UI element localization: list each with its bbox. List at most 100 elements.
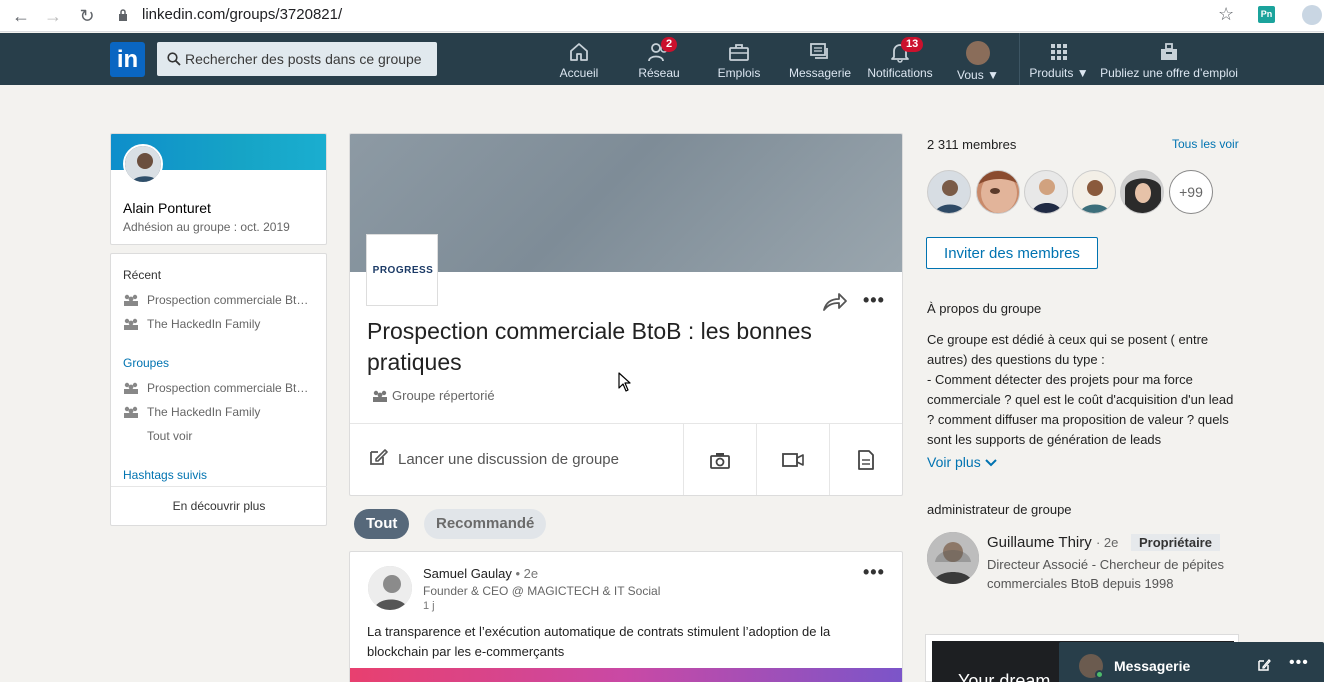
video-icon <box>782 453 804 467</box>
nav-jobs-label: Emplois <box>717 66 761 80</box>
member-avatar[interactable] <box>927 170 971 214</box>
group-title: Prospection commerciale BtoB : les bonne… <box>367 318 812 375</box>
filter-all-pill[interactable]: Tout <box>354 509 410 539</box>
share-icon[interactable] <box>822 292 848 312</box>
mouse-cursor-icon <box>618 372 631 392</box>
nav-home[interactable]: Accueil <box>557 39 601 83</box>
post-author-headline: Founder & CEO @ MAGICTECH & IT Social <box>423 584 661 598</box>
messaging-bar[interactable]: Messagerie ••• <box>1059 642 1324 682</box>
member-avatar[interactable] <box>1072 170 1116 214</box>
see-all-members-link[interactable]: Tous les voir <box>1172 137 1239 151</box>
search-icon <box>167 52 181 66</box>
discover-more-button[interactable]: En découvrir plus <box>111 486 327 524</box>
linkedin-logo[interactable]: in <box>110 42 145 77</box>
nav-notifications[interactable]: 13 Notifications <box>866 37 934 83</box>
post-card: Samuel Gaulay • 2e Founder & CEO @ MAGIC… <box>349 551 903 682</box>
hashtags-link[interactable]: Hashtags suivis <box>123 468 207 482</box>
document-button[interactable] <box>829 424 902 495</box>
member-avatar-image <box>1031 179 1063 213</box>
nav-jobs[interactable]: Emplois <box>717 39 761 83</box>
linkedin-top-bar: in Accueil 2 Réseau Emplois Messagerie 1… <box>0 33 1324 85</box>
messaging-more-icon[interactable]: ••• <box>1289 654 1309 672</box>
group-item[interactable]: Prospection commerciale Bt… <box>123 381 308 395</box>
address-bar[interactable]: linkedin.com/groups/3720821/ <box>142 6 342 23</box>
member-avatar-image <box>977 171 1019 213</box>
group-icon <box>373 390 387 402</box>
recent-item[interactable]: The HackedIn Family <box>123 317 260 331</box>
filter-recommended-pill[interactable]: Recommandé <box>424 509 547 539</box>
member-avatar-image <box>1079 180 1111 213</box>
nav-divider <box>1019 33 1020 85</box>
reload-icon[interactable]: ↻ <box>76 5 98 27</box>
start-discussion-button[interactable]: Lancer une discussion de groupe <box>368 424 619 495</box>
lock-icon <box>119 9 127 21</box>
group-type-label: Groupe répertorié <box>392 388 495 403</box>
member-avatar[interactable] <box>1120 170 1164 214</box>
membership-date: Adhésion au groupe : oct. 2019 <box>123 220 290 234</box>
member-avatar[interactable] <box>1024 170 1068 214</box>
recent-item[interactable]: Prospection commerciale Bt… <box>123 293 308 307</box>
profile-avatar[interactable] <box>123 144 163 184</box>
group-logo-text: PROGRESS <box>372 265 434 276</box>
nav-post-job[interactable]: Publiez une offre d’emploi <box>1098 39 1240 83</box>
post-media-image[interactable] <box>350 668 902 682</box>
chevron-down-icon: ▼ <box>1076 66 1089 80</box>
groups-link[interactable]: Groupes <box>123 356 169 370</box>
post-author[interactable]: Samuel Gaulay • 2e <box>423 566 538 581</box>
extension-icon[interactable]: Pn <box>1258 6 1275 23</box>
nav-network-label: Réseau <box>638 66 680 80</box>
document-icon <box>858 450 874 470</box>
briefcase-icon <box>729 44 749 61</box>
about-text: Ce groupe est dédié à ceux qui se posent… <box>927 332 1234 447</box>
video-button[interactable] <box>756 424 829 495</box>
member-avatar[interactable] <box>976 170 1020 214</box>
group-item[interactable]: The HackedIn Family <box>123 405 260 419</box>
search-box[interactable] <box>157 42 437 76</box>
post-time: 1 j <box>423 600 435 612</box>
start-discussion-label: Lancer une discussion de groupe <box>398 451 619 468</box>
see-all-groups-link[interactable]: Tout voir <box>147 429 192 443</box>
admin-name: Guillaume Thiry <box>987 534 1092 551</box>
post-author-avatar-image <box>368 566 412 610</box>
group-icon <box>124 382 138 394</box>
nav-me[interactable]: Vous ▼ <box>954 39 1002 83</box>
me-avatar <box>966 41 990 65</box>
more-options-icon[interactable]: ••• <box>863 290 885 311</box>
browser-profile-avatar[interactable] <box>1302 5 1322 25</box>
browser-chrome: ← → ↻ linkedin.com/groups/3720821/ ☆ Pn <box>0 0 1324 32</box>
recent-item-label: Prospection commerciale Bt… <box>147 293 309 307</box>
search-input[interactable] <box>185 42 433 76</box>
back-icon[interactable]: ← <box>10 5 32 27</box>
profile-card: Alain Ponturet Adhésion au groupe : oct.… <box>110 133 327 245</box>
photo-button[interactable] <box>683 424 756 495</box>
compose-icon[interactable] <box>1257 658 1271 672</box>
admin-avatar[interactable] <box>927 532 979 584</box>
bookmark-star-icon[interactable]: ☆ <box>1218 4 1234 25</box>
recent-title: Récent <box>123 268 162 282</box>
admin-name-wrap[interactable]: Guillaume Thiry · 2e <box>987 534 1118 551</box>
group-icon <box>124 294 138 306</box>
invite-members-button[interactable]: Inviter des membres <box>926 237 1098 269</box>
see-more-link[interactable]: Voir plus <box>927 454 997 470</box>
grid-icon <box>1051 44 1067 60</box>
post-more-options-icon[interactable]: ••• <box>863 562 885 583</box>
nav-network[interactable]: 2 Réseau <box>637 37 681 83</box>
recent-item-label: The HackedIn Family <box>147 317 261 331</box>
post-author-avatar[interactable] <box>368 566 412 610</box>
group-logo: PROGRESS <box>366 234 438 306</box>
admin-title: administrateur de groupe <box>927 502 1072 517</box>
left-nav-card: Récent Prospection commerciale Bt… The H… <box>110 253 327 526</box>
nav-messaging-label: Messagerie <box>789 66 852 80</box>
post-text: La transparence et l’exécution automatiq… <box>367 624 831 659</box>
forward-icon[interactable]: → <box>42 5 64 27</box>
profile-name[interactable]: Alain Ponturet <box>123 200 211 216</box>
nav-me-label: Vous <box>957 68 984 82</box>
nav-products[interactable]: Produits ▼ <box>1027 39 1091 83</box>
group-header-card: PROGRESS ••• Prospection commerciale Bto… <box>349 133 903 496</box>
profile-avatar-image <box>125 146 161 182</box>
admin-avatar-image <box>927 532 979 584</box>
nav-messaging[interactable]: Messagerie <box>789 39 852 83</box>
admin-headline: Directeur Associé - Chercheur de pépites… <box>987 557 1225 591</box>
more-members-button[interactable]: +99 <box>1169 170 1213 214</box>
nav-post-job-label: Publiez une offre d’emploi <box>1100 66 1238 80</box>
